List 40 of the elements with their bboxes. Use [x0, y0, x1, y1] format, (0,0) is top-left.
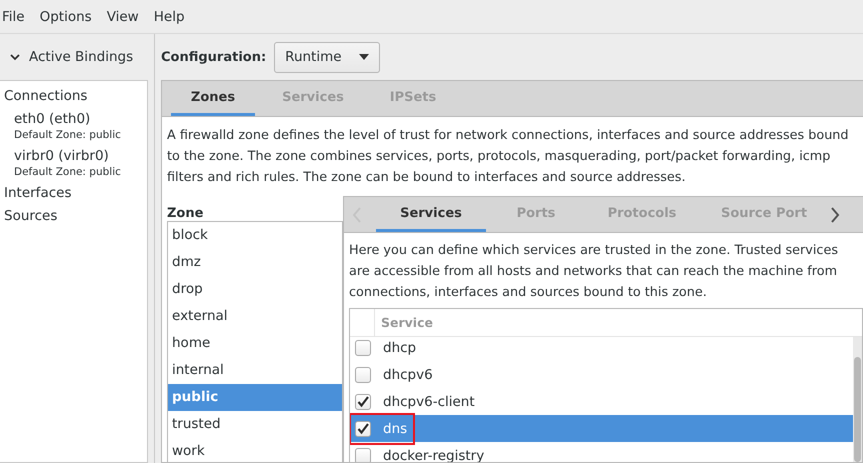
zone-item[interactable]: internal [168, 357, 342, 384]
tab[interactable]: Zones [171, 81, 255, 116]
connection-zone: Default Zone: public [14, 129, 122, 141]
service-row[interactable]: docker-registry [350, 442, 853, 462]
section-label[interactable]: Interfaces [4, 184, 147, 207]
zone-item[interactable]: dmz [168, 249, 342, 276]
zone-item[interactable]: work [168, 438, 342, 463]
zone-item[interactable]: trusted [168, 411, 342, 438]
service-row[interactable]: dhcpv6-client [350, 388, 853, 415]
caret-icon[interactable] [10, 52, 20, 62]
zone-item[interactable]: external [168, 303, 342, 330]
service-row[interactable]: dhcpv6 [350, 361, 853, 388]
connection-name[interactable]: eth0 (eth0) [14, 111, 147, 127]
checkbox[interactable] [355, 394, 371, 410]
zone-description: A firewalld zone defines the level of trust for network connections, interfaces and source addresses bound to the zone. The zone combines services, ports, protocols, masquerading, port/packet forwarding, icmp filters and rich rules. The zone can be bound to interfaces and source addresses. [167, 127, 850, 187]
connection-zone: Default Zone: public [14, 166, 122, 178]
zone-item[interactable]: home [168, 330, 342, 357]
panel-title[interactable]: Active Bindings [29, 49, 134, 65]
section-label[interactable]: Sources [4, 207, 147, 230]
checkbox[interactable] [355, 420, 371, 436]
scrollbar[interactable] [853, 337, 862, 462]
configuration-label: Configuration: [161, 50, 266, 64]
checkbox[interactable] [355, 448, 371, 462]
checkbox[interactable] [355, 340, 371, 356]
checkbox[interactable] [355, 366, 371, 382]
zone-item[interactable]: block [168, 222, 342, 249]
chevron-right-icon[interactable] [830, 206, 840, 224]
menu-item[interactable]: Help [154, 8, 192, 24]
connection-name[interactable]: virbr0 (virbr0) [14, 148, 147, 164]
menu-item[interactable]: View [106, 8, 146, 24]
zone-label: Zone [167, 206, 204, 221]
zone-item[interactable]: drop [168, 276, 342, 303]
service-row[interactable]: dhcp [350, 337, 853, 361]
dropdown-arrow-icon [359, 54, 370, 60]
menu-item[interactable]: Options [40, 8, 99, 24]
configuration-dropdown[interactable]: Runtime [274, 42, 380, 72]
services-description: Here you can define which services are trusted in the zone. Trusted services are accessible from all hosts and networks that can reach the machine from connections, interfaces and sources bound to this zone. [349, 242, 840, 302]
section-label[interactable]: Connections [4, 87, 147, 110]
menu-item[interactable]: File [2, 8, 32, 24]
tab[interactable]: Services [376, 197, 486, 232]
